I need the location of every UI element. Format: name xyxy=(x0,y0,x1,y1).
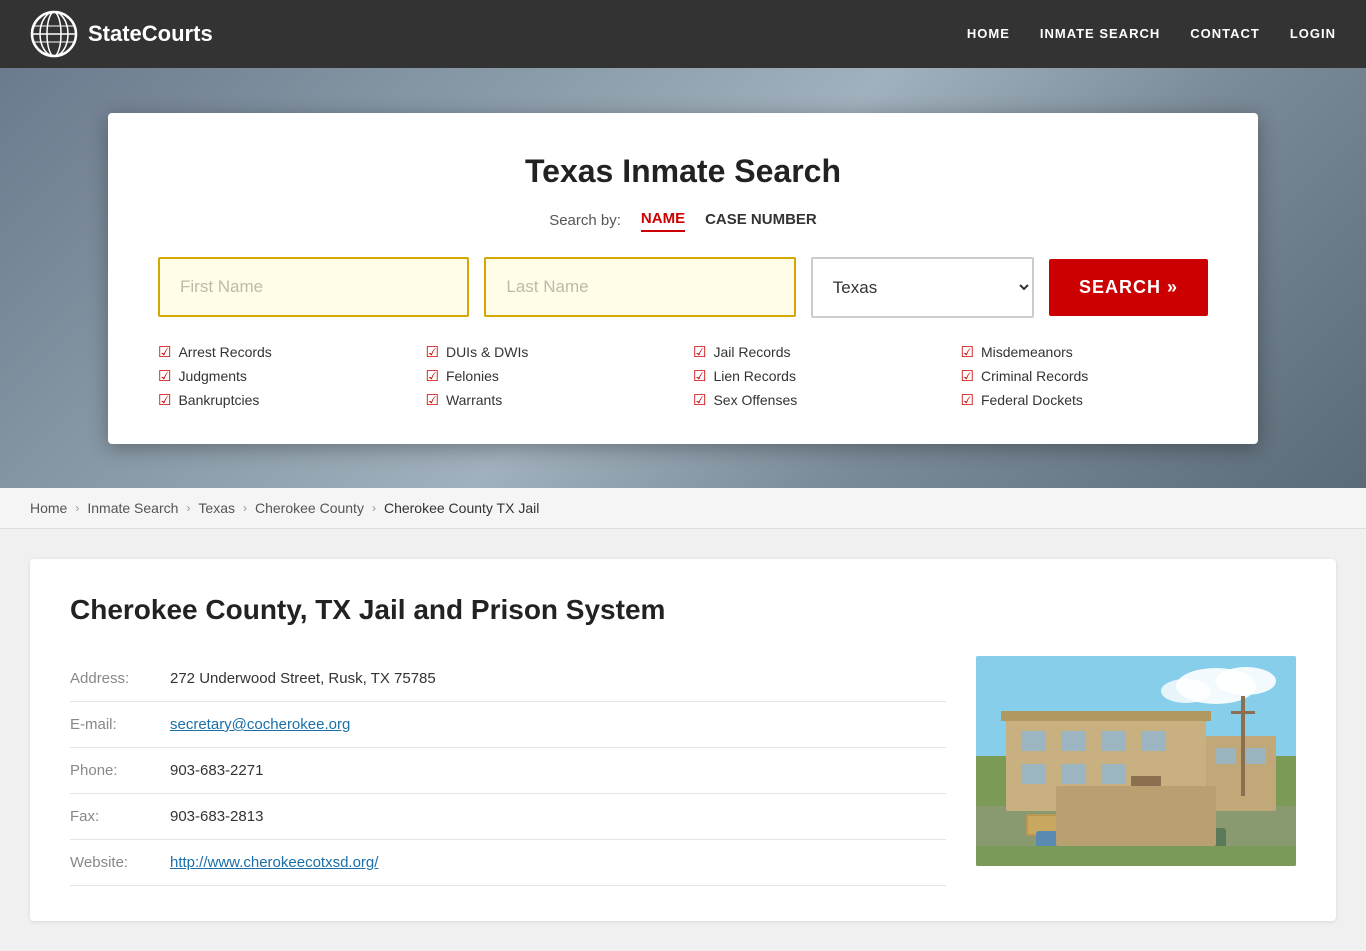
checkboxes-grid: ☑ Arrest Records ☑ DUIs & DWIs ☑ Jail Re… xyxy=(158,343,1208,409)
search-button[interactable]: SEARCH » xyxy=(1049,259,1208,316)
check-warrants: ☑ Warrants xyxy=(426,391,674,409)
check-icon-jail: ☑ xyxy=(693,343,706,361)
breadcrumb: Home › Inmate Search › Texas › Cherokee … xyxy=(0,488,1366,529)
check-label-sex-offenses: Sex Offenses xyxy=(713,392,797,408)
logo-text: StateCourts xyxy=(88,21,213,47)
breadcrumb-cherokee-county[interactable]: Cherokee County xyxy=(255,500,364,516)
check-icon-misdemeanors: ☑ xyxy=(961,343,974,361)
breadcrumb-inmate-search[interactable]: Inmate Search xyxy=(87,500,178,516)
website-link[interactable]: http://www.cherokeecotxsd.org/ xyxy=(170,854,378,871)
breadcrumb-sep-2: › xyxy=(186,501,190,515)
check-jail-records: ☑ Jail Records xyxy=(693,343,941,361)
check-label-bankruptcies: Bankruptcies xyxy=(178,392,259,408)
search-by-row: Search by: NAME CASE NUMBER xyxy=(158,210,1208,232)
logo-icon xyxy=(30,10,78,58)
check-label-misdemeanors: Misdemeanors xyxy=(981,344,1073,360)
last-name-input[interactable] xyxy=(484,257,795,317)
hero-section: Texas Inmate Search Search by: NAME CASE… xyxy=(0,68,1366,488)
state-select[interactable]: Texas xyxy=(811,257,1034,318)
nav-inmate-search[interactable]: INMATE SEARCH xyxy=(1040,26,1160,41)
check-lien-records: ☑ Lien Records xyxy=(693,367,941,385)
check-label-arrest: Arrest Records xyxy=(178,344,271,360)
check-felonies: ☑ Felonies xyxy=(426,367,674,385)
website-row: Website: http://www.cherokeecotxsd.org/ xyxy=(70,840,946,886)
main-nav: HOME INMATE SEARCH CONTACT LOGIN xyxy=(967,25,1336,43)
check-label-lien: Lien Records xyxy=(713,368,796,384)
check-label-federal: Federal Dockets xyxy=(981,392,1083,408)
breadcrumb-sep-1: › xyxy=(75,501,79,515)
address-label: Address: xyxy=(70,670,170,687)
check-icon-lien: ☑ xyxy=(693,367,706,385)
check-label-criminal: Criminal Records xyxy=(981,368,1088,384)
email-row: E-mail: secretary@cocherokee.org xyxy=(70,702,946,748)
search-title: Texas Inmate Search xyxy=(158,153,1208,190)
nav-login[interactable]: LOGIN xyxy=(1290,26,1336,41)
logo-link[interactable]: StateCourts xyxy=(30,10,213,58)
breadcrumb-sep-4: › xyxy=(372,501,376,515)
phone-row: Phone: 903-683-2271 xyxy=(70,748,946,794)
tab-case-number[interactable]: CASE NUMBER xyxy=(705,211,817,231)
check-bankruptcies: ☑ Bankruptcies xyxy=(158,391,406,409)
nav-contact[interactable]: CONTACT xyxy=(1190,26,1260,41)
check-label-duis: DUIs & DWIs xyxy=(446,344,528,360)
address-value: 272 Underwood Street, Rusk, TX 75785 xyxy=(170,670,436,687)
email-link[interactable]: secretary@cocherokee.org xyxy=(170,716,350,733)
main-content: Cherokee County, TX Jail and Prison Syst… xyxy=(0,529,1366,951)
check-icon-duis: ☑ xyxy=(426,343,439,361)
check-icon-warrants: ☑ xyxy=(426,391,439,409)
search-inputs-row: Texas SEARCH » xyxy=(158,257,1208,318)
check-icon-sex-offenses: ☑ xyxy=(693,391,706,409)
breadcrumb-current: Cherokee County TX Jail xyxy=(384,500,539,516)
header: StateCourts HOME INMATE SEARCH CONTACT L… xyxy=(0,0,1366,68)
check-judgments: ☑ Judgments xyxy=(158,367,406,385)
check-misdemeanors: ☑ Misdemeanors xyxy=(961,343,1209,361)
check-icon-federal: ☑ xyxy=(961,391,974,409)
breadcrumb-texas[interactable]: Texas xyxy=(198,500,235,516)
info-layout: Address: 272 Underwood Street, Rusk, TX … xyxy=(70,656,1296,886)
info-table: Address: 272 Underwood Street, Rusk, TX … xyxy=(70,656,946,886)
check-label-jail: Jail Records xyxy=(713,344,790,360)
content-card: Cherokee County, TX Jail and Prison Syst… xyxy=(30,559,1336,921)
phone-label: Phone: xyxy=(70,762,170,779)
check-criminal-records: ☑ Criminal Records xyxy=(961,367,1209,385)
check-sex-offenses: ☑ Sex Offenses xyxy=(693,391,941,409)
check-icon-judgments: ☑ xyxy=(158,367,171,385)
fax-row: Fax: 903-683-2813 xyxy=(70,794,946,840)
check-icon-bankruptcies: ☑ xyxy=(158,391,171,409)
check-icon-felonies: ☑ xyxy=(426,367,439,385)
facility-image-svg xyxy=(976,656,1296,866)
breadcrumb-home[interactable]: Home xyxy=(30,500,67,516)
tab-name[interactable]: NAME xyxy=(641,210,685,232)
check-label-warrants: Warrants xyxy=(446,392,502,408)
check-icon-criminal: ☑ xyxy=(961,367,974,385)
email-label: E-mail: xyxy=(70,716,170,733)
search-by-label: Search by: xyxy=(549,212,621,229)
check-federal-dockets: ☑ Federal Dockets xyxy=(961,391,1209,409)
phone-value: 903-683-2271 xyxy=(170,762,263,779)
check-arrest-records: ☑ Arrest Records xyxy=(158,343,406,361)
search-card: Texas Inmate Search Search by: NAME CASE… xyxy=(108,113,1258,444)
check-icon-arrest: ☑ xyxy=(158,343,171,361)
check-duis-dwis: ☑ DUIs & DWIs xyxy=(426,343,674,361)
nav-home[interactable]: HOME xyxy=(967,26,1010,41)
breadcrumb-sep-3: › xyxy=(243,501,247,515)
facility-image xyxy=(976,656,1296,866)
first-name-input[interactable] xyxy=(158,257,469,317)
website-label: Website: xyxy=(70,854,170,871)
address-row: Address: 272 Underwood Street, Rusk, TX … xyxy=(70,656,946,702)
fax-value: 903-683-2813 xyxy=(170,808,263,825)
check-label-judgments: Judgments xyxy=(178,368,246,384)
fax-label: Fax: xyxy=(70,808,170,825)
check-label-felonies: Felonies xyxy=(446,368,499,384)
facility-title: Cherokee County, TX Jail and Prison Syst… xyxy=(70,594,1296,626)
